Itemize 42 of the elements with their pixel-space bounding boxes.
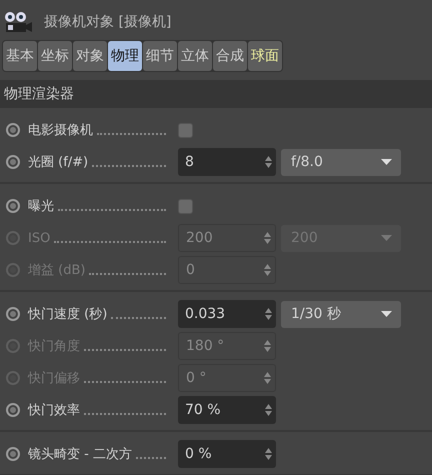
camera-icon	[4, 11, 34, 33]
section-header: 物理渲染器	[0, 80, 432, 108]
window-title: 摄像机对象 [摄像机]	[44, 13, 172, 31]
checkbox[interactable]	[178, 122, 193, 138]
tab[interactable]: 坐标	[38, 41, 72, 71]
field-label: 曝光	[28, 198, 54, 215]
number-field[interactable]: 8	[178, 148, 276, 176]
dropdown[interactable]: f/8.0	[281, 148, 401, 176]
number-field[interactable]: 70 %	[178, 396, 276, 424]
number-field[interactable]: 0 %	[178, 440, 276, 468]
tab[interactable]: 物理	[108, 41, 142, 71]
keyframe-radio[interactable]	[6, 447, 20, 461]
keyframe-radio[interactable]	[6, 199, 20, 213]
spinner-icon[interactable]	[265, 308, 272, 320]
keyframe-radio[interactable]	[6, 155, 20, 169]
tab[interactable]: 合成	[213, 41, 247, 71]
tab[interactable]: 对象	[73, 41, 107, 71]
spinner-icon[interactable]	[264, 264, 271, 276]
keyframe-radio[interactable]	[6, 307, 20, 321]
field-label: 电影摄像机	[28, 122, 93, 139]
field-label: 镜头畸变 - 二次方	[28, 446, 132, 463]
tab[interactable]: 基本	[3, 41, 37, 71]
caret-icon	[381, 235, 392, 241]
tab[interactable]: 球面	[248, 41, 282, 71]
number-field[interactable]: 0.033	[178, 300, 276, 328]
field-label: 快门速度 (秒)	[28, 306, 108, 323]
field-label: 光圈 (f/#)	[28, 154, 88, 171]
spinner-icon[interactable]	[264, 340, 271, 352]
spinner-icon[interactable]	[264, 232, 271, 244]
caret-icon	[381, 311, 392, 317]
tab[interactable]: 立体	[178, 41, 212, 71]
spinner-icon[interactable]	[265, 448, 272, 460]
caret-icon	[381, 159, 392, 165]
keyframe-radio[interactable]	[6, 403, 20, 417]
tab[interactable]: 细节	[143, 41, 177, 71]
field-label: 快门效率	[28, 402, 80, 419]
dropdown[interactable]: 1/30 秒	[281, 300, 401, 328]
spinner-icon[interactable]	[265, 404, 272, 416]
spinner-icon[interactable]	[264, 372, 271, 384]
checkbox[interactable]	[178, 198, 193, 214]
spinner-icon[interactable]	[265, 156, 272, 168]
keyframe-radio[interactable]	[6, 123, 20, 137]
